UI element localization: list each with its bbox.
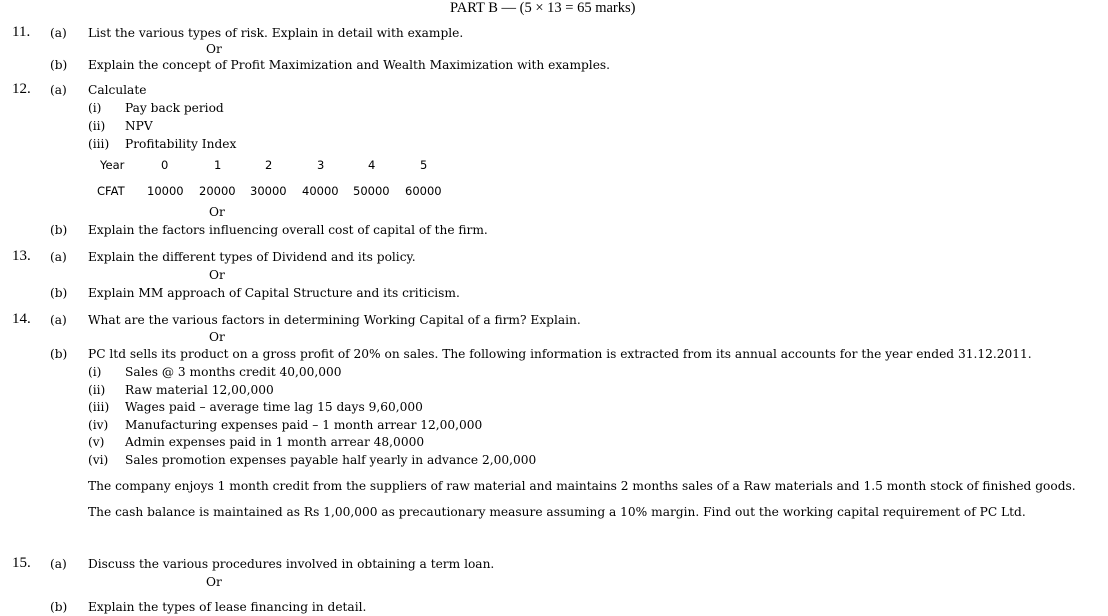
part-label: (a) bbox=[50, 250, 67, 264]
part-label: (b) bbox=[50, 286, 68, 300]
part-header: PART B — (5 × 13 = 65 marks) bbox=[450, 0, 636, 16]
question-paragraph: The cash balance is maintained as Rs 1,0… bbox=[88, 505, 1026, 519]
item-text: Wages paid – average time lag 15 days 9,… bbox=[125, 400, 423, 414]
item-numeral: (iii) bbox=[88, 137, 110, 151]
item-numeral: (ii) bbox=[88, 119, 106, 133]
cfat-header: CFAT bbox=[97, 184, 125, 198]
item-text: Manufacturing expenses paid – 1 month ar… bbox=[125, 418, 483, 432]
item-text: NPV bbox=[125, 119, 153, 133]
item-text: Admin expenses paid in 1 month arrear 48… bbox=[125, 435, 425, 449]
item-numeral: (v) bbox=[88, 435, 105, 449]
question-paragraph: The company enjoys 1 month credit from t… bbox=[88, 479, 1076, 493]
year-cell: 2 bbox=[265, 158, 273, 172]
item-text: Raw material 12,00,000 bbox=[125, 383, 274, 397]
year-header: Year bbox=[100, 158, 125, 172]
year-cell: 4 bbox=[368, 158, 376, 172]
question-number: 11. bbox=[12, 24, 31, 40]
year-cell: 1 bbox=[214, 158, 222, 172]
item-numeral: (iii) bbox=[88, 400, 110, 414]
item-numeral: (i) bbox=[88, 365, 102, 379]
cfat-cell: 50000 bbox=[353, 184, 390, 198]
or-separator: Or bbox=[209, 330, 225, 344]
question-text: List the various types of risk. Explain … bbox=[88, 26, 464, 40]
question-text: Explain the types of lease financing in … bbox=[88, 600, 367, 614]
cfat-cell: 10000 bbox=[147, 184, 184, 198]
question-number: 13. bbox=[12, 248, 31, 264]
question-text: Explain the factors influencing overall … bbox=[88, 223, 488, 237]
cfat-cell: 30000 bbox=[250, 184, 287, 198]
year-cell: 0 bbox=[161, 158, 169, 172]
question-text: Calculate bbox=[88, 83, 147, 97]
item-text: Pay back period bbox=[125, 101, 224, 115]
year-cell: 5 bbox=[420, 158, 428, 172]
or-separator: Or bbox=[206, 575, 222, 589]
question-text: PC ltd sells its product on a gross prof… bbox=[88, 347, 1032, 361]
question-number: 14. bbox=[12, 311, 31, 327]
question-text: Discuss the various procedures involved … bbox=[88, 557, 495, 571]
part-label: (b) bbox=[50, 600, 68, 614]
or-separator: Or bbox=[206, 42, 222, 56]
item-numeral: (vi) bbox=[88, 453, 109, 467]
item-numeral: (i) bbox=[88, 101, 102, 115]
item-numeral: (ii) bbox=[88, 383, 106, 397]
or-separator: Or bbox=[209, 205, 225, 219]
question-text: What are the various factors in determin… bbox=[88, 313, 581, 327]
part-label: (a) bbox=[50, 313, 67, 327]
item-numeral: (iv) bbox=[88, 418, 109, 432]
question-text: Explain the concept of Profit Maximizati… bbox=[88, 58, 611, 72]
cfat-cell: 20000 bbox=[199, 184, 236, 198]
part-label: (a) bbox=[50, 26, 67, 40]
part-label: (a) bbox=[50, 83, 67, 97]
part-label: (b) bbox=[50, 58, 68, 72]
question-number: 15. bbox=[12, 555, 31, 571]
part-label: (a) bbox=[50, 557, 67, 571]
question-number: 12. bbox=[12, 81, 31, 97]
question-text: Explain the different types of Dividend … bbox=[88, 250, 416, 264]
question-text: Explain MM approach of Capital Structure… bbox=[88, 286, 460, 300]
item-text: Sales @ 3 months credit 40,00,000 bbox=[125, 365, 342, 379]
part-label: (b) bbox=[50, 347, 68, 361]
part-label: (b) bbox=[50, 223, 68, 237]
cfat-cell: 60000 bbox=[405, 184, 442, 198]
item-text: Sales promotion expenses payable half ye… bbox=[125, 453, 537, 467]
cfat-cell: 40000 bbox=[302, 184, 339, 198]
item-text: Profitability Index bbox=[125, 137, 237, 151]
or-separator: Or bbox=[209, 268, 225, 282]
year-cell: 3 bbox=[317, 158, 325, 172]
